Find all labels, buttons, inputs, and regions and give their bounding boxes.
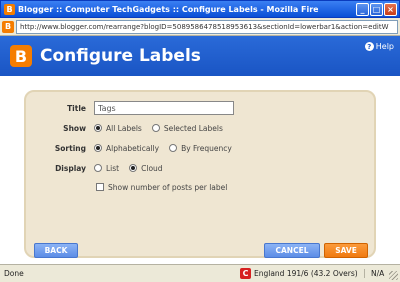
show-selected-labels-label: Selected Labels	[163, 123, 223, 133]
title-label: Title	[67, 103, 86, 113]
show-row: Show All Labels Selected Labels	[36, 120, 366, 136]
show-all-labels-label: All Labels	[106, 123, 142, 133]
show-count-label: Show number of posts per label	[108, 182, 228, 192]
back-button[interactable]: BACK	[34, 243, 78, 258]
display-cloud-radio[interactable]	[129, 164, 138, 172]
help-icon: ?	[364, 42, 374, 51]
display-label: Display	[55, 163, 86, 173]
label-config-form: Title Show All Labels Selected Labels So…	[36, 100, 366, 194]
cancel-button[interactable]: CANCEL	[264, 243, 320, 258]
page-header: B Configure Labels ? Help	[0, 36, 400, 76]
blogger-app-icon: B	[4, 3, 15, 15]
display-list-option[interactable]: List	[94, 164, 119, 173]
page-title: Configure Labels	[40, 46, 201, 66]
sort-by-frequency-label: By Frequency	[181, 143, 232, 153]
show-count-option[interactable]: Show number of posts per label	[96, 180, 366, 194]
url-field[interactable]: http://www.blogger.com/rearrange?blogID=…	[16, 19, 398, 34]
maximize-button[interactable]: □	[370, 3, 383, 16]
sort-by-frequency-radio[interactable]	[169, 144, 178, 152]
display-list-radio[interactable]	[94, 164, 102, 172]
status-text: Done	[4, 269, 24, 278]
window-titlebar: B Blogger :: Computer TechGadgets :: Con…	[0, 0, 400, 18]
blogger-logo: B	[10, 45, 32, 67]
window-controls: _ □ ×	[356, 3, 397, 16]
cricket-score-icon[interactable]: C	[240, 268, 251, 279]
sort-alphabetically-label: Alphabetically	[106, 143, 160, 153]
display-list-label: List	[106, 163, 120, 173]
sorting-label: Sorting	[54, 143, 86, 153]
show-selected-labels-radio[interactable]	[151, 124, 160, 132]
sort-alphabetically-radio[interactable]	[94, 144, 102, 152]
title-input[interactable]	[94, 101, 234, 115]
cricket-score[interactable]: England 191/6 (43.2 Overs)	[254, 269, 364, 278]
show-count-checkbox[interactable]	[96, 183, 104, 191]
show-label: Show	[63, 123, 86, 133]
main-content: Title Show All Labels Selected Labels So…	[0, 76, 400, 264]
close-button[interactable]: ×	[384, 3, 397, 16]
site-favicon-icon: B	[2, 20, 14, 33]
help-label: Help	[375, 42, 394, 51]
resize-grip-icon[interactable]	[389, 271, 398, 280]
sort-by-frequency-option[interactable]: By Frequency	[169, 144, 232, 153]
save-button[interactable]: SAVE	[324, 243, 368, 258]
status-bar: Done C England 191/6 (43.2 Overs) N/A	[0, 264, 400, 282]
help-link[interactable]: ? Help	[364, 42, 394, 51]
minimize-button[interactable]: _	[356, 3, 369, 16]
display-cloud-label: Cloud	[141, 163, 163, 173]
sorting-row: Sorting Alphabetically By Frequency	[36, 140, 366, 156]
show-selected-labels-option[interactable]: Selected Labels	[151, 123, 223, 133]
window-title: Blogger :: Computer TechGadgets :: Confi…	[18, 4, 318, 14]
show-all-labels-option[interactable]: All Labels	[94, 124, 142, 133]
configure-panel: Title Show All Labels Selected Labels So…	[24, 90, 376, 258]
sort-alphabetically-option[interactable]: Alphabetically	[94, 144, 159, 153]
title-row: Title	[36, 100, 366, 116]
address-bar: B http://www.blogger.com/rearrange?blogI…	[0, 18, 400, 36]
show-all-labels-radio[interactable]	[94, 124, 102, 132]
display-cloud-option[interactable]: Cloud	[129, 163, 163, 173]
display-row: Display List Cloud	[36, 160, 366, 176]
